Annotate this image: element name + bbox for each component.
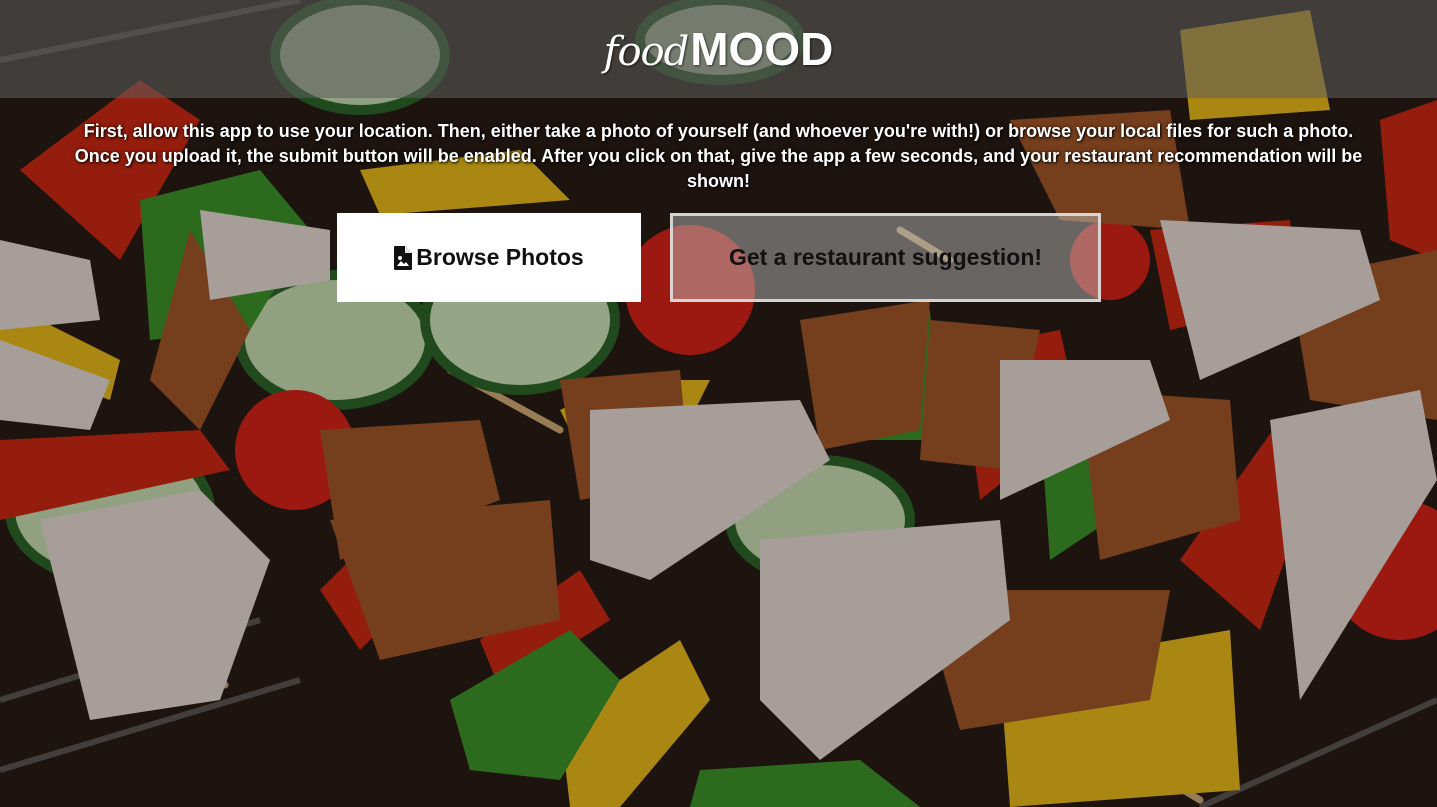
get-suggestion-button[interactable]: Get a restaurant suggestion! xyxy=(670,213,1101,302)
browse-photos-button[interactable]: Browse Photos xyxy=(337,213,641,302)
header-bar: food MOOD xyxy=(0,0,1437,98)
instructions-text: First, allow this app to use your locati… xyxy=(74,121,1363,191)
logo-script-text: food xyxy=(603,29,690,75)
app-logo: food MOOD xyxy=(604,22,834,76)
page: food MOOD First, allow this app to use y… xyxy=(0,0,1437,807)
logo-bold-text: MOOD xyxy=(690,23,834,75)
file-image-icon xyxy=(394,245,413,270)
browse-photos-label: Browse Photos xyxy=(416,244,584,270)
get-suggestion-label: Get a restaurant suggestion! xyxy=(728,244,1043,270)
